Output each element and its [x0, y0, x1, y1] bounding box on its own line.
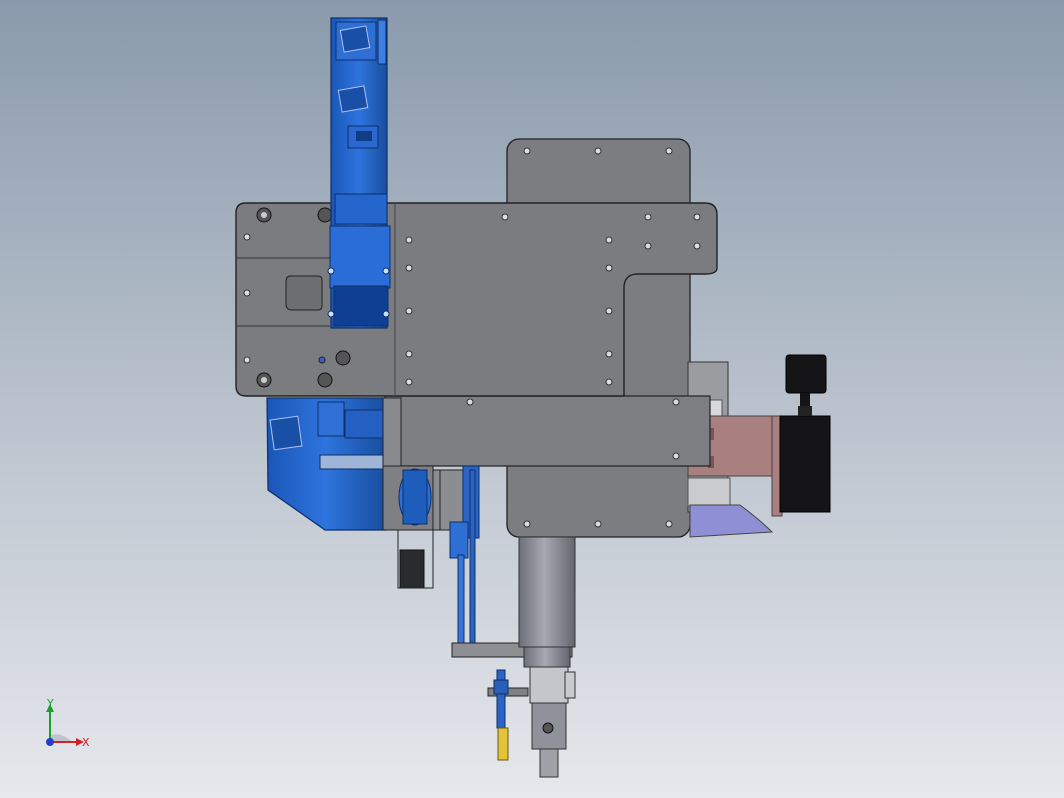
- cad-viewport[interactable]: Y X: [0, 0, 1064, 798]
- triad-y-label: Y: [46, 697, 54, 710]
- model-view[interactable]: Y X: [0, 0, 1064, 798]
- main-plate-lower[interactable]: [384, 395, 711, 467]
- z-axis-dot: [46, 738, 54, 746]
- stepper-motor[interactable]: [779, 354, 831, 513]
- vertical-blue-actuator[interactable]: [327, 17, 391, 329]
- triad-x-label: X: [82, 736, 90, 749]
